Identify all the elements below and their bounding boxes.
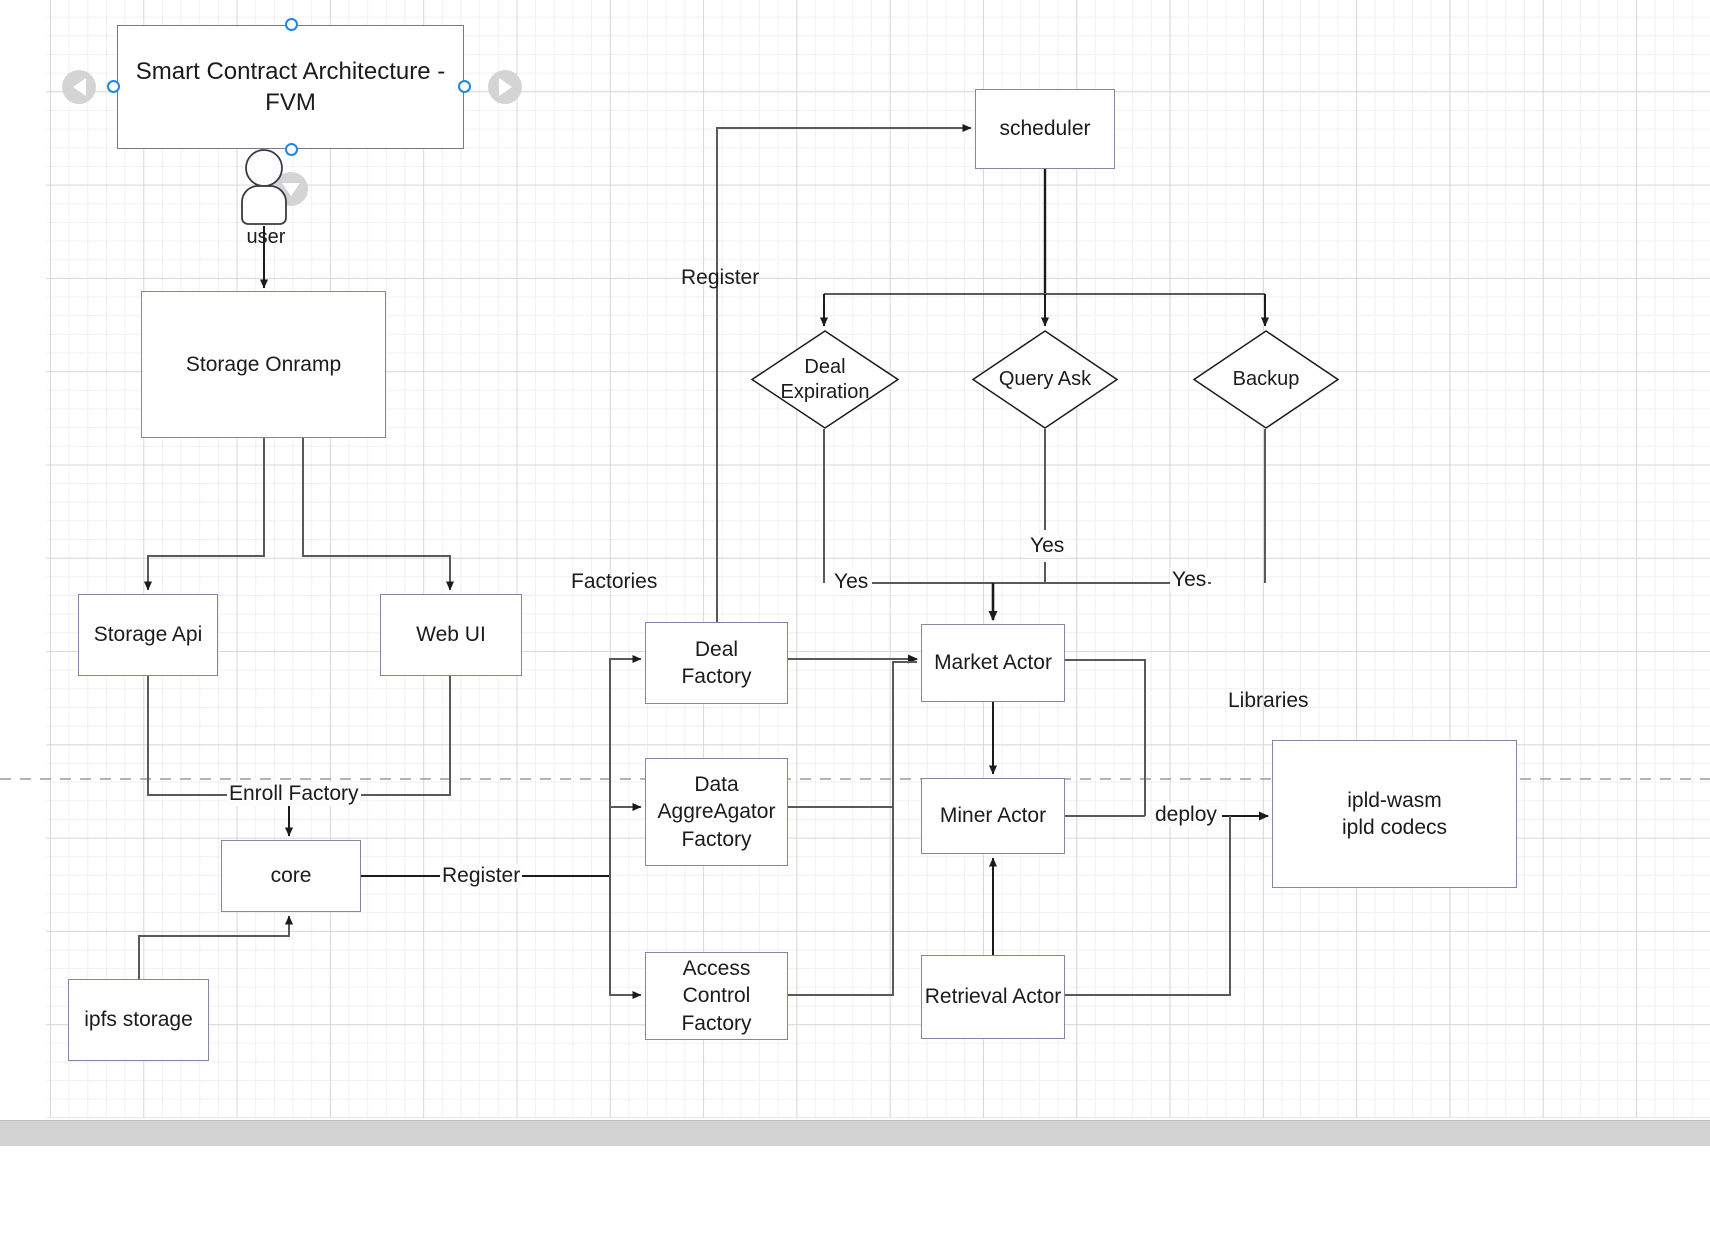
edge-label-yes-backup: Yes (1170, 568, 1209, 592)
node-data-aggregator-factory[interactable]: Data AggreAgator Factory (645, 758, 788, 866)
diagram-canvas[interactable]: Smart Contract Architecture - FVM user S… (0, 0, 1710, 1242)
grid-background (45, 0, 1710, 1118)
node-storage-onramp[interactable]: Storage Onramp (141, 291, 386, 438)
canvas-footer (0, 1146, 1710, 1242)
handle-right[interactable] (458, 80, 471, 93)
user-label: user (246, 226, 286, 248)
node-miner-actor[interactable]: Miner Actor (921, 778, 1065, 854)
node-web-ui[interactable]: Web UI (380, 594, 522, 676)
edge-label-enroll-factory: Enroll Factory (227, 782, 361, 806)
node-scheduler[interactable]: scheduler (975, 89, 1115, 169)
edge-label-deploy: deploy (1153, 803, 1219, 827)
node-title[interactable]: Smart Contract Architecture - FVM (117, 25, 464, 149)
handle-top[interactable] (285, 18, 298, 31)
nav-left-button[interactable] (62, 70, 96, 104)
node-backup-label: Backup (1232, 368, 1300, 390)
node-storage-api[interactable]: Storage Api (78, 594, 218, 676)
group-label-libraries: Libraries (1228, 689, 1309, 712)
node-core[interactable]: core (221, 840, 361, 912)
node-query-ask-label: Query Ask (998, 368, 1092, 390)
node-deal-expiration[interactable]: Deal Expiration (751, 330, 899, 429)
horizontal-scrollbar-thumb[interactable] (0, 1124, 1120, 1144)
chevron-left-icon (72, 78, 86, 96)
edge-label-yes-query-ask: Yes (1028, 534, 1067, 558)
handle-left[interactable] (107, 80, 120, 93)
node-ipfs-storage[interactable]: ipfs storage (68, 979, 209, 1061)
node-retrieval-actor[interactable]: Retrieval Actor (921, 955, 1065, 1039)
edge-label-yes-deal-expiration: Yes (832, 570, 871, 594)
node-deal-expiration-label: Deal Expiration (780, 355, 870, 403)
node-ipld-libs[interactable]: ipld-wasm ipld codecs (1272, 740, 1517, 888)
node-backup[interactable]: Backup (1193, 330, 1339, 429)
edge-label-register-scheduler: Register (681, 266, 760, 289)
horizontal-scrollbar-track[interactable] (0, 1120, 1710, 1147)
user-actor-icon[interactable] (236, 148, 292, 226)
left-margin (0, 0, 46, 1118)
nav-right-button[interactable] (488, 70, 522, 104)
group-label-factories: Factories (571, 570, 658, 593)
node-deal-factory[interactable]: Deal Factory (645, 622, 788, 704)
chevron-right-icon (498, 78, 512, 96)
edge-label-register-core: Register (440, 864, 523, 888)
node-access-control-factory[interactable]: Access Control Factory (645, 952, 788, 1040)
node-query-ask[interactable]: Query Ask (972, 330, 1118, 429)
node-market-actor[interactable]: Market Actor (921, 624, 1065, 702)
